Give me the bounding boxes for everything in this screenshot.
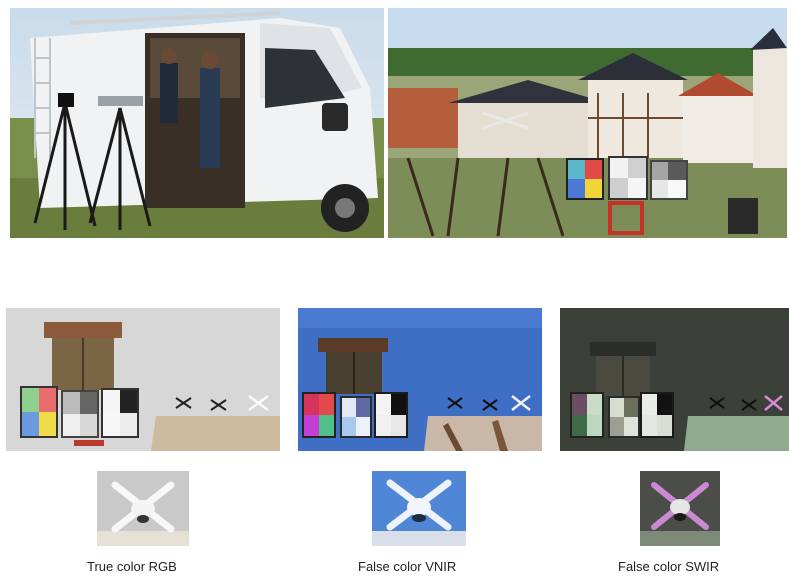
swir-panel [560, 308, 789, 451]
van-photo [10, 8, 384, 238]
caption-false-color-swir: False color SWIR [618, 559, 720, 574]
rgb-drone [97, 471, 189, 546]
vnir-panel [298, 308, 542, 451]
vnir-drone [372, 471, 466, 546]
caption-false-color-vnir: False color VNIR [358, 559, 457, 574]
caption-true-color-rgb: True color RGB [87, 559, 177, 574]
rgb-panel [6, 308, 280, 451]
swir-drone [640, 471, 720, 546]
scene-photo [388, 8, 787, 238]
